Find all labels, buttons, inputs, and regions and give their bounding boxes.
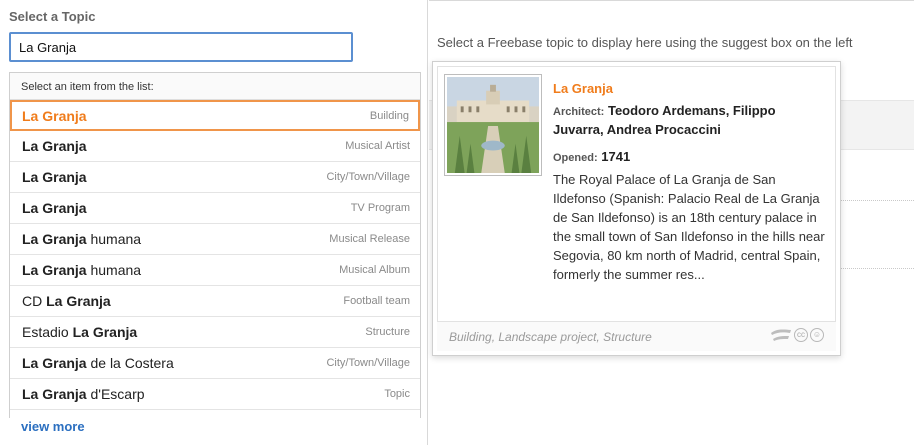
suggest-item-suffix: humana <box>86 231 142 247</box>
suggest-item-suffix: de la Costera <box>86 355 174 371</box>
freebase-icon[interactable] <box>770 328 792 342</box>
suggest-item-match: La Granja <box>22 262 87 278</box>
suggest-item[interactable]: La Granja humana Musical Release <box>10 224 420 255</box>
suggest-item[interactable]: La Granja de la Costera City/Town/Village <box>10 348 420 379</box>
suggest-list: La Granja Building La Granja Musical Artist… <box>10 100 420 410</box>
suggest-item-name: CD La Granja <box>22 293 111 309</box>
suggest-item-name: La Granja <box>22 200 87 216</box>
suggest-item[interactable]: Estadio La Granja Structure <box>10 317 420 348</box>
suggest-item-type: Topic <box>384 388 410 400</box>
attribution-icon[interactable]: ☺ <box>810 328 824 342</box>
opened-label: Opened: <box>553 152 598 164</box>
suggest-item-match: La Granja <box>22 138 87 154</box>
suggest-item[interactable]: La Granja TV Program <box>10 193 420 224</box>
suggest-item-prefix: CD <box>22 293 47 309</box>
suggest-item-name: La Granja <box>22 138 87 154</box>
suggest-item-name: Estadio La Granja <box>22 324 137 340</box>
suggest-item-name: La Granja d'Escarp <box>22 386 145 402</box>
suggest-item-type: City/Town/Village <box>326 357 410 369</box>
opened-value: 1741 <box>601 149 631 164</box>
suggest-item-match: La Granja <box>46 293 111 309</box>
suggest-item-name: La Granja <box>22 108 87 124</box>
divider <box>838 268 914 269</box>
suggest-item-type: Structure <box>365 326 410 338</box>
topic-thumbnail[interactable] <box>444 74 542 176</box>
left-column: Select a Topic Select an item from the l… <box>0 0 428 445</box>
suggest-item[interactable]: La Granja Building <box>10 100 420 131</box>
suggest-dropdown: Select an item from the list: La Granja B… <box>9 72 421 445</box>
topic-types: Building, Landscape project, Structure <box>449 330 652 344</box>
creative-commons-icon[interactable]: cc <box>794 328 808 342</box>
select-topic-label: Select a Topic <box>9 9 96 24</box>
suggest-item[interactable]: La Granja humana Musical Album <box>10 255 420 286</box>
suggest-header: Select an item from the list: <box>10 73 420 100</box>
topic-card-footer: Building, Landscape project, Structure c… <box>437 321 836 351</box>
palace-image-icon <box>447 77 539 173</box>
suggest-item[interactable]: La Granja d'Escarp Topic <box>10 379 420 410</box>
topic-title[interactable]: La Granja <box>553 81 613 96</box>
suggest-item-match: La Granja <box>72 324 138 340</box>
topic-search-input[interactable] <box>9 32 353 62</box>
view-more-link[interactable]: view more <box>9 418 421 445</box>
suggest-item-type: Musical Album <box>339 264 410 276</box>
suggest-item-type: Building <box>369 109 409 122</box>
top-border <box>429 0 914 1</box>
license-icons: cc ☺ <box>770 328 824 342</box>
topic-card: La Granja Architect: Teodoro Ardemans, F… <box>432 61 841 356</box>
architect-label: Architect: <box>553 106 605 118</box>
suggest-item-match: La Granja <box>22 386 87 402</box>
suggest-item-name: La Granja humana <box>22 262 141 278</box>
suggest-item-type: Musical Release <box>329 233 410 245</box>
instructions-text: Select a Freebase topic to display here … <box>437 35 853 50</box>
opened-field: Opened: 1741 <box>553 149 630 164</box>
architect-field: Architect: Teodoro Ardemans, Filippo Juv… <box>553 102 823 139</box>
suggest-item-match: La Granja <box>22 355 87 371</box>
divider <box>838 200 914 201</box>
suggest-item-prefix: Estadio <box>22 324 73 340</box>
suggest-item-type: Musical Artist <box>345 140 410 152</box>
suggest-item-match: La Granja <box>22 107 87 124</box>
suggest-item-match: La Granja <box>22 200 87 216</box>
suggest-item-name: La Granja <box>22 169 87 185</box>
suggest-item-suffix: d'Escarp <box>86 386 145 402</box>
suggest-item-type: Football team <box>343 295 410 307</box>
topic-description: The Royal Palace of La Granja de San Ild… <box>553 172 825 282</box>
suggest-item[interactable]: La Granja City/Town/Village <box>10 162 420 193</box>
suggest-item-name: La Granja de la Costera <box>22 355 174 371</box>
suggest-item-name: La Granja humana <box>22 231 141 247</box>
suggest-item[interactable]: CD La Granja Football team <box>10 286 420 317</box>
suggest-item-suffix: humana <box>86 262 142 278</box>
suggest-item-type: TV Program <box>350 202 410 214</box>
suggest-item-type: City/Town/Village <box>326 171 410 183</box>
suggest-item-match: La Granja <box>22 169 87 185</box>
suggest-item-match: La Granja <box>22 231 87 247</box>
suggest-item[interactable]: La Granja Musical Artist <box>10 131 420 162</box>
